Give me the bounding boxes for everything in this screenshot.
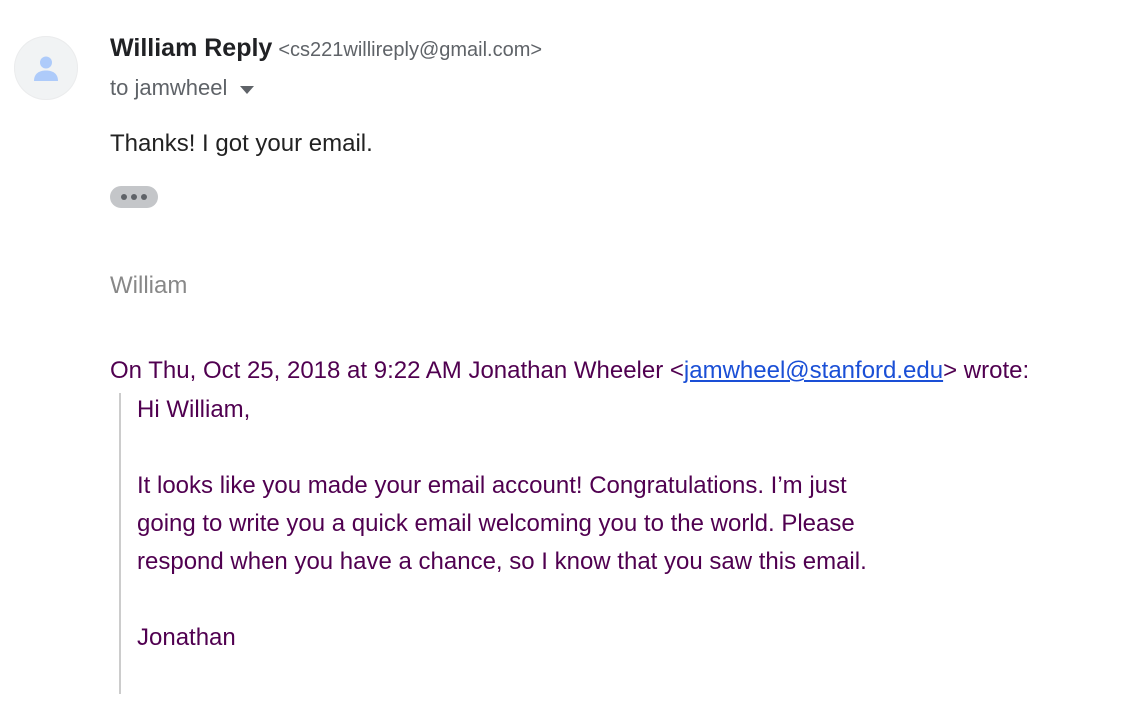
recipient-line: to jamwheel [110,74,255,102]
quoted-sender-email-link[interactable]: jamwheel@stanford.edu [684,357,943,384]
recipient-text: to jamwheel [110,75,228,100]
person-icon [32,54,60,82]
sender-name[interactable]: William Reply [110,34,272,62]
quote-attribution-prefix: On Thu, Oct 25, 2018 at 9:22 AM Jonathan… [110,357,684,384]
quoted-paragraph-line: going to write you a quick email welcomi… [137,510,855,537]
quoted-greeting: Hi William, [137,396,251,423]
ellipsis-icon [121,194,147,200]
sender-email: <cs221willireply@gmail.com> [278,39,543,61]
recipient-details-button[interactable] [239,74,255,102]
message-body: Thanks! I got your email. [110,130,373,157]
show-trimmed-content-button[interactable] [110,186,158,208]
quote-bar [119,393,121,694]
quote-attribution-suffix: > wrote: [943,357,1030,384]
quoted-signoff: Jonathan [137,624,236,651]
quoted-paragraph-line: respond when you have a chance, so I kno… [137,548,867,575]
signature: William [110,272,188,299]
caret-down-icon [239,74,255,102]
sender-avatar[interactable] [14,36,78,100]
quote-attribution: On Thu, Oct 25, 2018 at 9:22 AM Jonathan… [110,355,1029,387]
quoted-paragraph-line: It looks like you made your email accoun… [137,472,847,499]
sender-line: William Reply <cs221willireply@gmail.com> [110,32,542,68]
